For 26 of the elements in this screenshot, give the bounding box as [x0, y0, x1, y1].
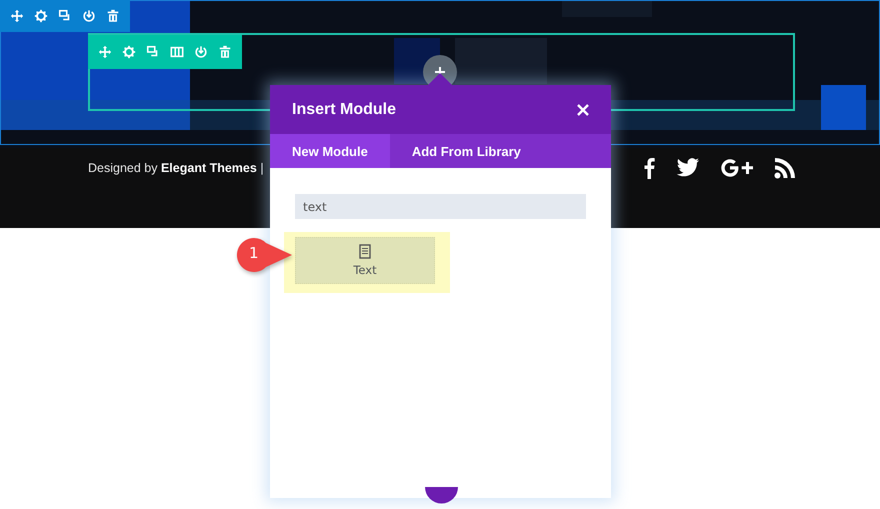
delete-icon[interactable] — [218, 45, 232, 59]
modal-title: Insert Module — [292, 100, 396, 118]
modal-tab[interactable]: Add From Library — [390, 134, 543, 168]
module-tile[interactable]: Text — [295, 237, 435, 284]
close-icon[interactable] — [577, 104, 589, 116]
search-field[interactable]: text — [295, 194, 586, 219]
footer-credit: Designed by Elegant Themes | — [88, 160, 264, 174]
facebook-icon[interactable] — [642, 156, 656, 178]
move-icon[interactable] — [10, 9, 24, 23]
settings-icon[interactable] — [34, 9, 48, 23]
twitter-icon[interactable] — [676, 158, 700, 178]
document-icon — [359, 244, 371, 259]
columns-icon[interactable] — [170, 45, 184, 59]
modal-tab[interactable]: New Module — [270, 134, 390, 168]
rss-icon[interactable] — [774, 156, 796, 178]
delete-icon[interactable] — [106, 9, 120, 23]
section-block — [821, 85, 866, 130]
save-icon[interactable] — [82, 9, 96, 23]
settings-icon[interactable] — [122, 45, 136, 59]
callout-number: 1 — [249, 246, 259, 261]
move-icon[interactable] — [98, 45, 112, 59]
duplicate-icon[interactable] — [146, 45, 160, 59]
google-plus-icon[interactable] — [720, 158, 754, 178]
callout-marker — [236, 237, 294, 273]
duplicate-icon[interactable] — [58, 9, 72, 23]
save-icon[interactable] — [194, 45, 208, 59]
